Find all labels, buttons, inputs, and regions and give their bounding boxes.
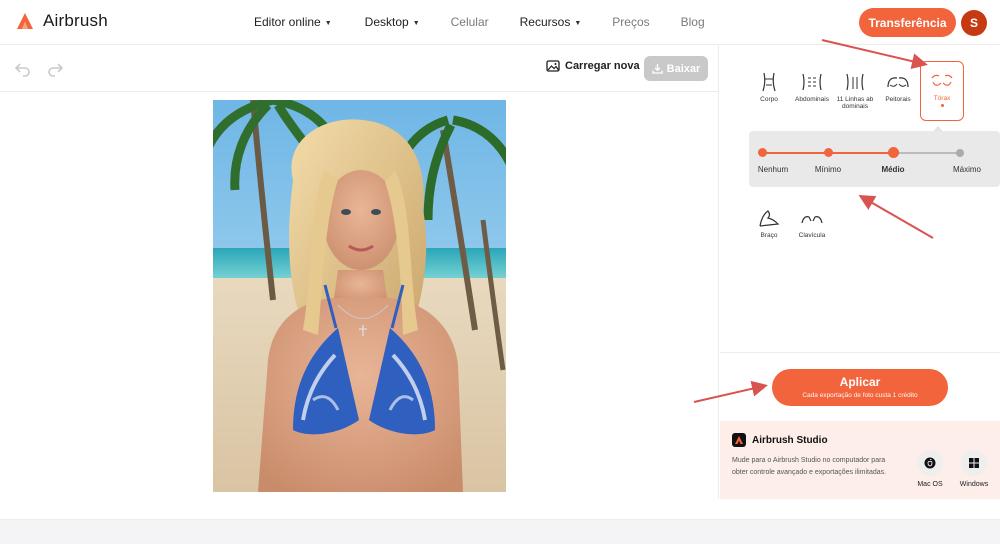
tool-label: Tórax	[933, 95, 951, 102]
image-upload-icon	[546, 60, 560, 72]
studio-title: Airbrush Studio	[732, 433, 828, 447]
tool-label: Abdominais	[795, 96, 829, 103]
editor-toolbar: Carregar nova Baixar	[0, 45, 719, 92]
upload-new-button[interactable]: Carregar nova	[546, 60, 640, 72]
nav-item-label: Desktop	[364, 15, 409, 29]
platform-label: Windows	[959, 481, 989, 488]
tool-label: Peitorais	[885, 96, 911, 103]
apply-label: Aplicar	[839, 375, 881, 389]
collarbone-icon	[801, 216, 823, 224]
apple-icon	[917, 450, 943, 476]
transfer-button[interactable]: Transferência	[859, 8, 956, 37]
tool-peitorais[interactable]: Peitorais	[876, 62, 920, 103]
slider-label-nenhum[interactable]: Nenhum	[758, 165, 788, 174]
nav-item-label: Blog	[680, 15, 705, 29]
tool-abdominais[interactable]: Abdominais	[790, 62, 834, 103]
undo-icon[interactable]	[14, 60, 32, 78]
upload-new-label: Carregar nova	[565, 60, 640, 72]
body-shape-icon	[762, 72, 776, 92]
platform-label: Mac OS	[917, 481, 943, 488]
chevron-down-icon: ▼	[412, 19, 420, 27]
redo-icon[interactable]	[46, 60, 64, 78]
nav-item-blog[interactable]: Blog	[681, 15, 705, 29]
abs-icon	[802, 73, 822, 91]
slider-label-maximo[interactable]: Máximo	[953, 165, 981, 174]
nav-item-label: Recursos	[519, 15, 571, 29]
slider-stop-medio[interactable]	[888, 147, 899, 158]
slider-stop-nenhum[interactable]	[758, 148, 767, 157]
main-nav: Editor online ▼ Desktop ▼ Celular Recurs…	[254, 15, 705, 29]
chest-icon	[931, 74, 953, 86]
slider-label-minimo[interactable]: Mínimo	[815, 165, 841, 174]
nav-item-editor-online[interactable]: Editor online ▼	[254, 15, 332, 29]
download-label: Baixar	[666, 62, 701, 75]
panel-divider	[720, 352, 1000, 353]
nav-item-desktop[interactable]: Desktop ▼	[365, 15, 420, 29]
footer-strip	[0, 519, 1000, 544]
nav-item-recursos[interactable]: Recursos ▼	[520, 15, 582, 29]
image-canvas	[0, 93, 719, 499]
nav-item-label: Preços	[612, 15, 650, 29]
brand-name: Airbrush	[43, 11, 108, 30]
intensity-slider[interactable]: Nenhum Mínimo Médio Máximo	[749, 131, 1000, 187]
download-icon	[652, 64, 663, 74]
apply-button[interactable]: Aplicar Cada exportação de foto custa 1 …	[772, 369, 948, 406]
tool-11-linhas[interactable]: 11 Linhas ab dominais	[833, 62, 877, 110]
selected-dot	[940, 104, 944, 107]
slider-label-medio[interactable]: Médio	[881, 165, 904, 174]
tool-label: Braço	[760, 232, 778, 239]
download-button[interactable]: Baixar	[644, 56, 708, 81]
avatar[interactable]: S	[961, 10, 987, 36]
nav-item-celular[interactable]: Celular	[451, 15, 489, 29]
tool-label: Corpo	[760, 96, 778, 103]
app-window: Airbrush Editor online ▼ Desktop ▼ Celul…	[0, 0, 1000, 544]
pecs-icon	[887, 77, 909, 88]
nav-item-label: Celular	[450, 15, 489, 29]
studio-promo: Airbrush Studio Mude para o Airbrush Stu…	[720, 421, 1000, 499]
slider-stop-maximo[interactable]	[956, 149, 964, 157]
slider-track[interactable]	[758, 147, 964, 158]
windows-icon	[961, 450, 987, 476]
nav-item-label: Editor online	[254, 15, 321, 29]
chevron-down-icon: ▼	[324, 19, 332, 27]
download-windows-button[interactable]: Windows	[956, 450, 992, 488]
tool-label: Clavícula	[798, 232, 826, 239]
airbrush-logo-icon	[17, 13, 33, 29]
top-nav-bar: Airbrush Editor online ▼ Desktop ▼ Celul…	[0, 0, 1000, 45]
adjustment-panel: Corpo Abdominais 11 Linhas ab dominais P…	[720, 45, 1000, 499]
arm-icon	[759, 210, 780, 227]
tool-clavicula[interactable]: Clavícula	[790, 201, 834, 239]
studio-title-text: Airbrush Studio	[752, 434, 828, 446]
tool-corpo[interactable]: Corpo	[747, 62, 791, 103]
tool-label: 11 Linhas ab dominais	[836, 96, 874, 110]
slider-stop-minimo[interactable]	[824, 148, 833, 157]
studio-description: Mude para o Airbrush Studio no computado…	[732, 457, 887, 476]
chevron-down-icon: ▼	[574, 19, 582, 27]
tool-braco[interactable]: Braço	[747, 201, 791, 239]
download-macos-button[interactable]: Mac OS	[912, 450, 948, 488]
body-tool-row: Corpo Abdominais 11 Linhas ab dominais P…	[720, 61, 1000, 123]
airbrush-studio-logo-icon	[732, 433, 746, 447]
nav-item-precos[interactable]: Preços	[612, 15, 649, 29]
brand[interactable]: Airbrush	[15, 11, 108, 31]
secondary-tool-row: Braço Clavícula	[720, 201, 860, 241]
edited-photo[interactable]	[213, 100, 506, 492]
editor-area: Carregar nova Baixar	[0, 45, 719, 499]
ab-lines-icon	[846, 73, 864, 91]
apply-credit-note: Cada exportação de foto custa 1 crédito	[802, 392, 918, 399]
tool-torax[interactable]: Tórax	[920, 61, 964, 121]
